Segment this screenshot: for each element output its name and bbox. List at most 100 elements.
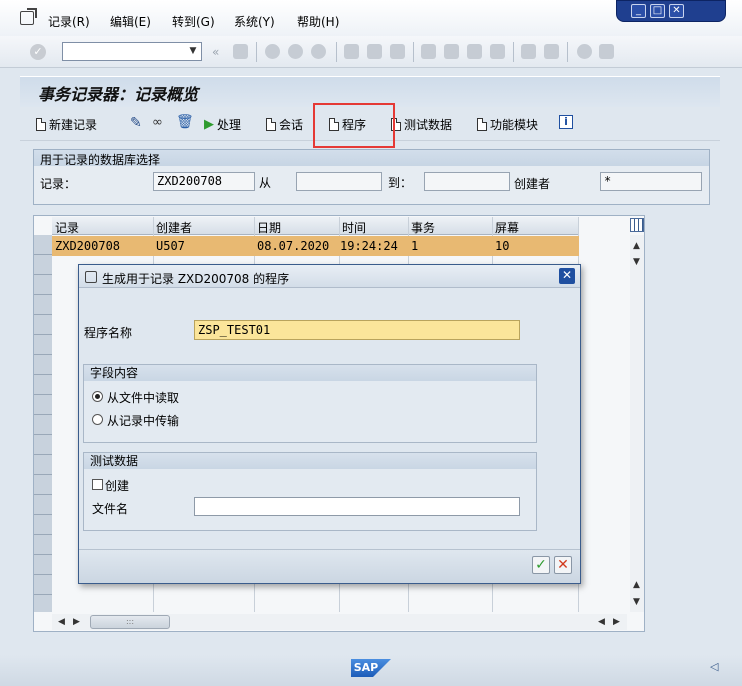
test-data-title: 测试数据 xyxy=(84,453,536,469)
menu-goto[interactable]: 转到(G) xyxy=(172,13,215,30)
cell-screen: 10 xyxy=(495,239,510,253)
find-next-icon[interactable] xyxy=(390,44,405,59)
scroll-left-icon[interactable]: ◀ xyxy=(598,617,605,627)
function-module-button[interactable]: 功能模块 xyxy=(477,115,538,133)
cell-creator: U507 xyxy=(156,239,185,253)
program-name-input[interactable]: ZSP_TEST01 xyxy=(194,320,520,340)
read-from-file-label: 从文件中读取 xyxy=(107,391,180,405)
back-icon[interactable] xyxy=(265,44,280,59)
process-button[interactable]: ▶ 处理 xyxy=(204,115,241,133)
scroll-down-icon[interactable]: ▼ xyxy=(633,257,640,267)
column-header-screen[interactable]: 屏幕 xyxy=(495,219,519,236)
menu-help[interactable]: 帮助(H) xyxy=(297,13,339,30)
toolbar-separator xyxy=(336,42,337,62)
pencil-icon[interactable]: ✎ xyxy=(130,115,142,131)
status-toggle-icon[interactable]: ◁ xyxy=(710,660,718,673)
create-label: 创建 xyxy=(105,479,130,493)
scroll-left-icon[interactable]: ◀ xyxy=(58,617,65,627)
file-name-input[interactable] xyxy=(194,497,520,516)
horizontal-scroll-thumb[interactable]: ::: xyxy=(90,615,170,629)
scroll-down-icon[interactable]: ▼ xyxy=(633,597,640,607)
next-page-icon[interactable] xyxy=(467,44,482,59)
toolbar-separator xyxy=(567,42,568,62)
test-data-label: 测试数据 xyxy=(404,117,453,132)
cell-transaction: 1 xyxy=(411,239,419,253)
toolbar-separator xyxy=(513,42,514,62)
close-window-icon[interactable]: ✕ xyxy=(669,4,684,18)
enter-check-icon[interactable]: ✓ xyxy=(30,44,46,60)
exit-icon[interactable] xyxy=(288,44,303,59)
vertical-scrollbar[interactable] xyxy=(630,235,644,612)
toolbar-separator xyxy=(256,42,257,62)
cell-time: 19:24:24 xyxy=(340,239,398,253)
first-page-icon[interactable] xyxy=(421,44,436,59)
column-header-record[interactable]: 记录 xyxy=(55,219,79,236)
cancel-icon[interactable] xyxy=(311,44,326,59)
collapse-icon[interactable]: « xyxy=(212,45,219,59)
page-title: 事务记录器：记录概览 xyxy=(38,85,199,104)
find-icon[interactable] xyxy=(367,44,382,59)
from-field[interactable] xyxy=(296,172,382,191)
column-header-time[interactable]: 时间 xyxy=(342,219,366,236)
column-settings-icon[interactable] xyxy=(630,218,644,232)
scroll-up-icon[interactable]: ▲ xyxy=(633,241,640,251)
from-label: 从 xyxy=(259,176,272,190)
confirm-button[interactable]: ✓ xyxy=(532,556,550,574)
menu-record[interactable]: 记录(R) xyxy=(48,13,90,30)
help-icon[interactable] xyxy=(577,44,592,59)
process-label: 处理 xyxy=(217,117,242,132)
session-button[interactable]: 会话 xyxy=(266,115,303,133)
annotation-highlight xyxy=(313,103,395,148)
new-recording-label: 新建记录 xyxy=(49,117,98,132)
file-name-label: 文件名 xyxy=(92,502,129,516)
function-module-label: 功能模块 xyxy=(490,117,539,132)
record-field[interactable]: ZXD200708 xyxy=(153,172,255,191)
save-icon[interactable] xyxy=(233,44,248,59)
toolbar-separator xyxy=(413,42,414,62)
scroll-right-icon[interactable]: ▶ xyxy=(613,617,620,627)
new-recording-button[interactable]: 新建记录 xyxy=(36,115,97,133)
to-field[interactable] xyxy=(424,172,510,191)
document-icon xyxy=(36,117,46,131)
window-controls: _ □ ✕ xyxy=(616,0,726,22)
creator-field[interactable]: * xyxy=(600,172,702,191)
creator-label: 创建者 xyxy=(514,177,551,191)
shortcut-icon[interactable] xyxy=(544,44,559,59)
scroll-right-icon[interactable]: ▶ xyxy=(73,617,80,627)
program-name-label: 程序名称 xyxy=(84,326,133,340)
minimize-icon[interactable]: _ xyxy=(631,4,646,18)
cell-date: 08.07.2020 xyxy=(257,239,330,253)
glasses-icon[interactable]: ∞ xyxy=(152,115,163,130)
column-header-transaction[interactable]: 事务 xyxy=(411,219,435,236)
scroll-up-icon[interactable]: ▲ xyxy=(633,580,640,590)
play-icon: ▶ xyxy=(204,116,214,132)
menu-edit[interactable]: 编辑(E) xyxy=(110,13,151,30)
test-data-button[interactable]: 测试数据 xyxy=(391,115,452,133)
layout-menu-icon[interactable] xyxy=(599,44,614,59)
create-checkbox[interactable] xyxy=(92,479,103,490)
cell-record: ZXD200708 xyxy=(55,239,121,253)
print-icon[interactable] xyxy=(344,44,359,59)
column-header-date[interactable]: 日期 xyxy=(257,219,281,236)
transfer-from-record-label: 从记录中传输 xyxy=(107,414,180,428)
maximize-icon[interactable]: □ xyxy=(650,4,665,18)
field-content-title: 字段内容 xyxy=(84,365,536,381)
chevron-down-icon[interactable]: ▼ xyxy=(186,44,200,59)
transfer-from-record-radio[interactable] xyxy=(92,414,103,425)
trash-icon[interactable]: 🗑 xyxy=(176,114,194,130)
customize-layout-icon[interactable] xyxy=(20,11,34,25)
read-from-file-radio[interactable] xyxy=(92,391,103,402)
dialog-title: 生成用于记录 ZXD200708 的程序 xyxy=(102,272,290,286)
previous-page-icon[interactable] xyxy=(444,44,459,59)
command-field[interactable] xyxy=(62,42,202,61)
row-selector-column[interactable] xyxy=(34,235,52,612)
menu-system[interactable]: 系统(Y) xyxy=(234,13,275,30)
column-header-creator[interactable]: 创建者 xyxy=(156,219,192,236)
info-icon[interactable]: i xyxy=(559,115,573,129)
last-page-icon[interactable] xyxy=(490,44,505,59)
new-session-icon[interactable] xyxy=(521,44,536,59)
dialog-close-icon[interactable]: ✕ xyxy=(559,268,575,284)
cancel-button[interactable]: ✕ xyxy=(554,556,572,574)
document-icon xyxy=(477,117,487,131)
dialog-footer xyxy=(79,549,580,583)
